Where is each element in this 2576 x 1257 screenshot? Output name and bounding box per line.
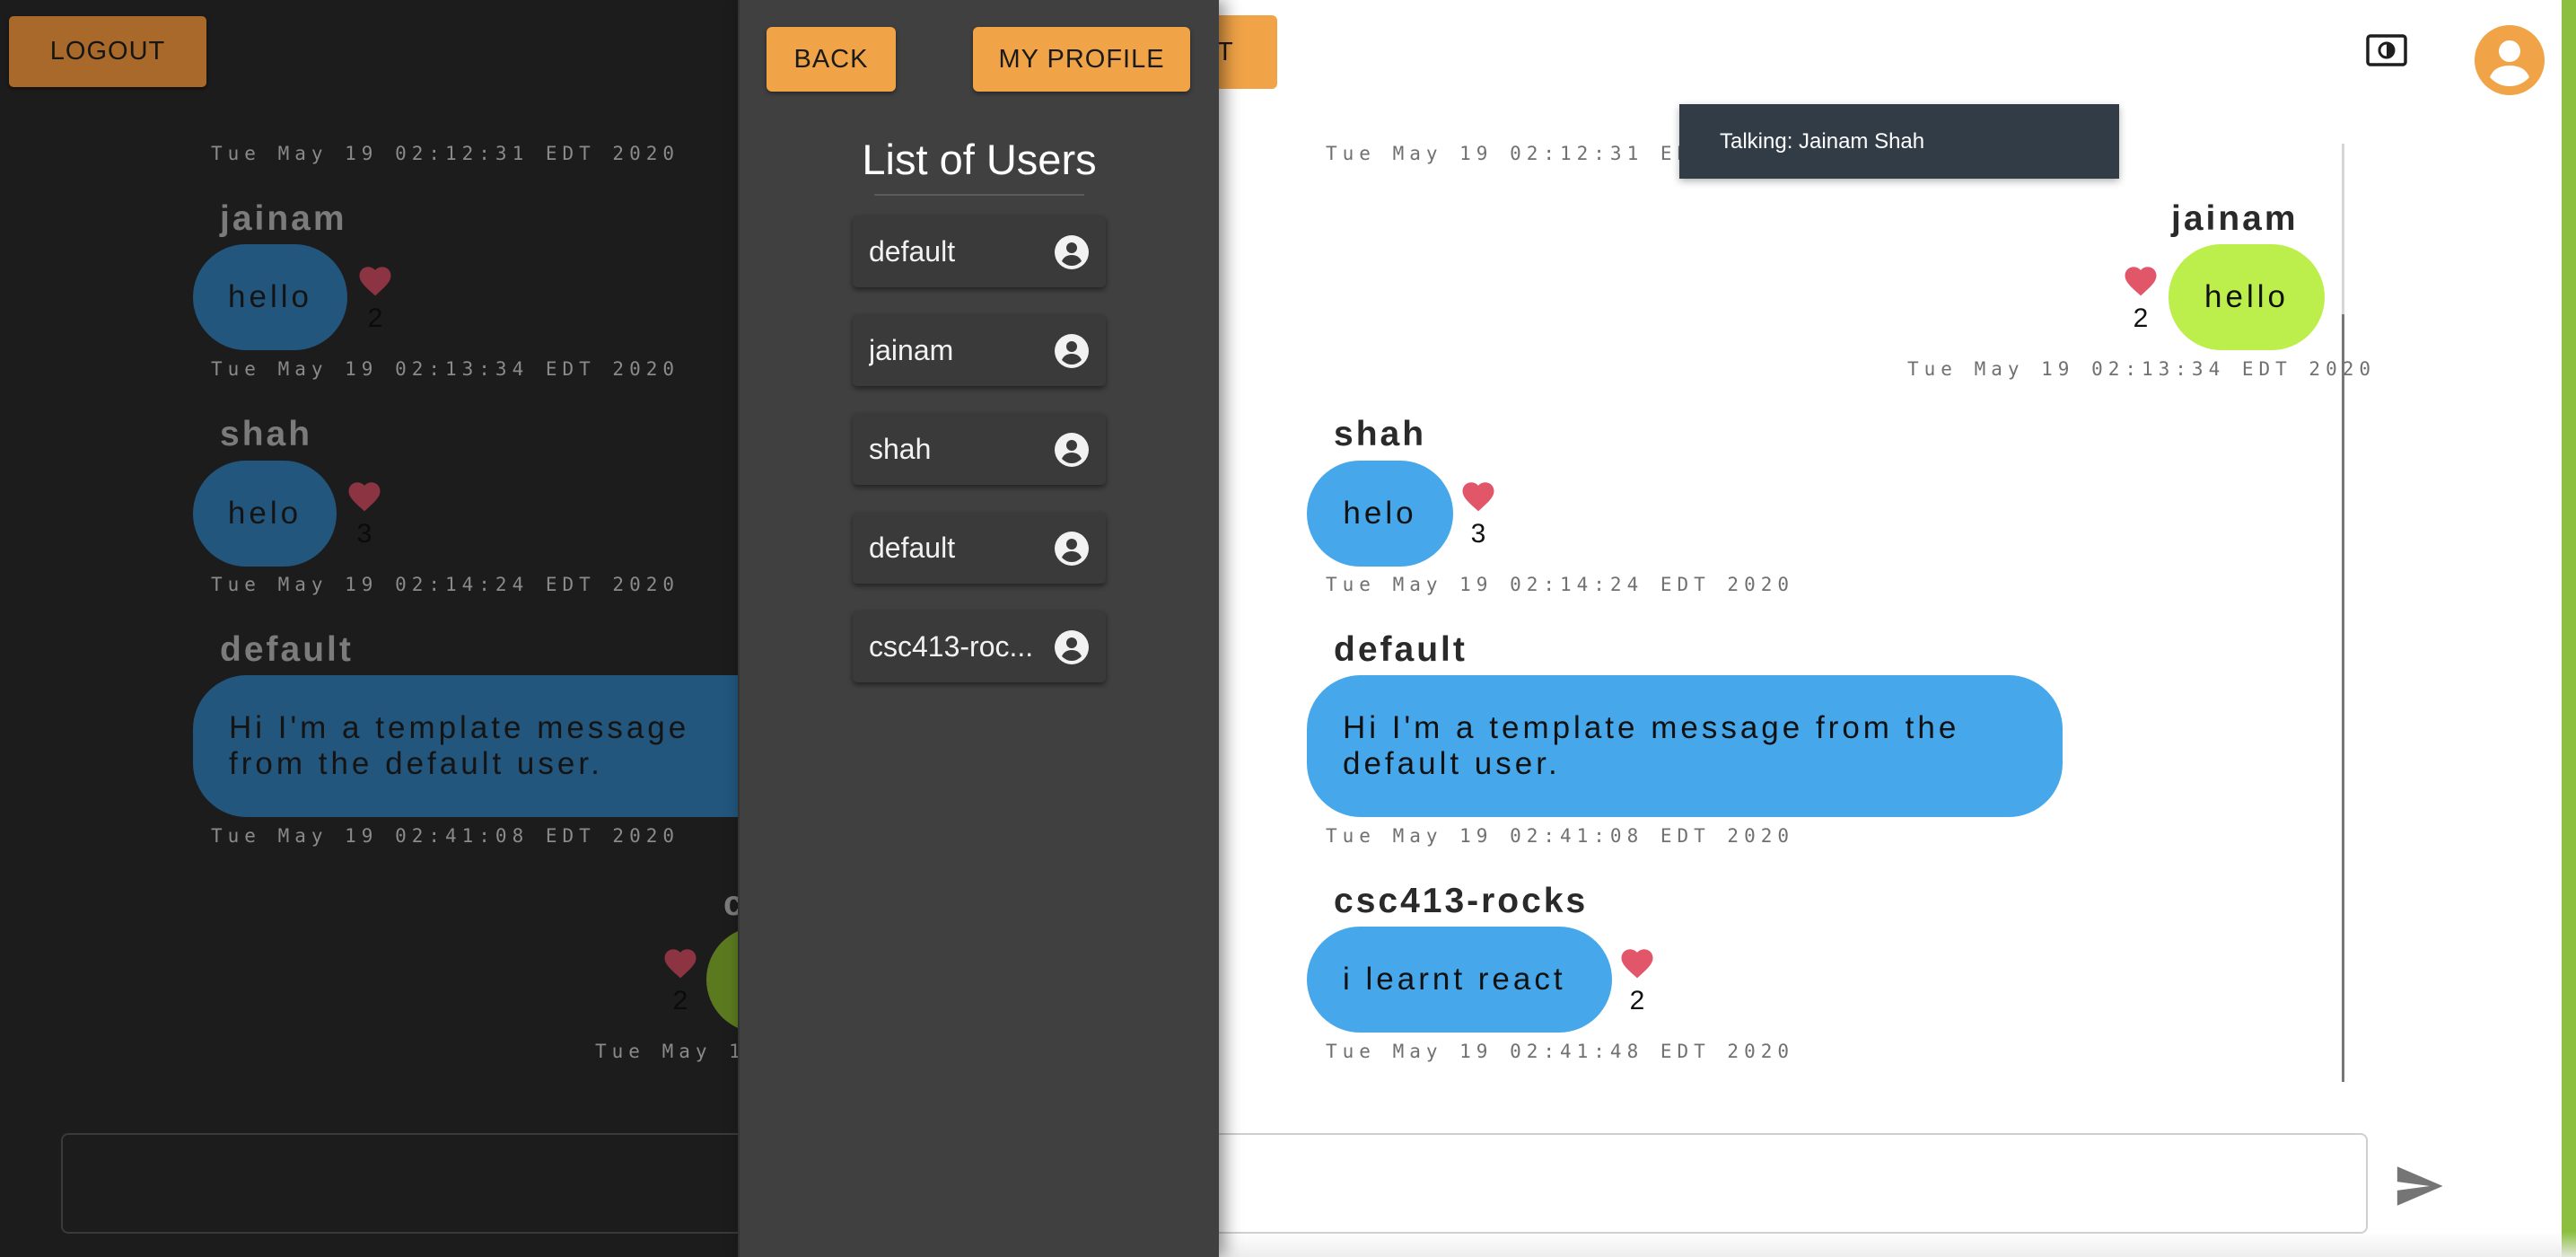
user-list-item[interactable]: csc413-roc... [853,611,1106,682]
message-input[interactable] [61,1133,738,1234]
account-circle-icon [1055,433,1089,467]
message-timestamp: Tue May 19 [595,1041,738,1062]
account-circle-icon [1055,532,1089,566]
drawer-title: List of Users [862,136,1097,183]
account-circle-icon[interactable] [2475,25,2545,95]
message-timestamp: Tue May 19 02:41:48 EDT 2020 [1326,1041,1795,1062]
message-bubble: Hi I'm a template message from the defau… [1307,675,2063,817]
message-timestamp: Tue May 19 02:14:24 EDT 2020 [1326,574,1795,595]
user-name: default [869,235,956,268]
send-icon[interactable] [2389,1160,2449,1212]
message-bubble: hello [193,244,347,350]
account-circle-icon [1055,235,1089,269]
message-bubble: hello [2169,244,2325,350]
like-count: 3 [1470,519,1486,549]
brightness-toggle-icon[interactable] [2366,34,2407,68]
user-list-drawer: BACK MY PROFILE List of Users default ja… [738,0,1219,1257]
user-list-item[interactable]: shah [853,413,1106,485]
account-circle-icon [1055,630,1089,664]
dimmed-chat-backdrop[interactable]: LOGOUT Tue May 19 02:12:31 EDT 2020 jain… [0,0,738,1257]
heart-icon[interactable] [356,262,394,300]
message-bubble [706,927,738,1033]
message-input[interactable] [1208,1133,2368,1234]
like-count: 2 [1629,986,1645,1015]
talking-tooltip: Talking: Jainam Shah [1679,104,2119,179]
message-sender: default [1334,630,1468,669]
user-name: jainam [869,334,954,366]
message-bubble: i learnt react [1307,927,1612,1033]
heart-icon[interactable] [2122,262,2160,300]
message-bubble: Hi I'm a template message from the defau… [193,675,738,817]
message-sender: jainam [220,199,347,238]
message-sender: jainam [2171,199,2299,238]
back-button[interactable]: BACK [767,27,896,92]
message-timestamp: Tue May 19 02:14:24 EDT 2020 [211,574,680,595]
title-divider [874,194,1084,196]
user-list-item[interactable]: jainam [853,314,1106,386]
heart-icon[interactable] [1459,478,1497,515]
like-count: 2 [2133,303,2149,333]
message-sender: csc413-rocks [1334,882,1589,920]
heart-icon[interactable] [346,478,383,515]
my-profile-button[interactable]: MY PROFILE [973,27,1190,92]
scrollbar-gap [2342,144,2344,314]
heart-icon[interactable] [662,945,699,982]
header-button[interactable]: T [1217,15,1277,89]
accent-strip [2562,0,2576,1257]
message-sender: c [723,884,738,923]
bottom-shadow [1217,1232,2576,1257]
message-sender: default [220,630,354,669]
message-timestamp: Tue May 19 02:12:31 EDT 2020 [211,143,680,164]
message-bubble: helo [1307,461,1453,567]
logout-button[interactable]: LOGOUT [9,16,206,87]
message-sender: shah [1334,415,1427,453]
message-sender: shah [220,415,313,453]
user-list-item[interactable]: default [853,512,1106,584]
message-timestamp: Tue May 19 02:13:34 EDT 2020 [1907,358,2377,380]
user-list-item[interactable]: default [853,215,1106,287]
user-name: default [869,532,956,564]
message-bubble: helo [193,461,337,567]
message-timestamp: Tue May 19 02:13:34 EDT 2020 [211,358,680,380]
chat-panel: T Talking: Jainam Shah Tue May 19 02:12:… [1208,0,2576,1257]
like-count: 2 [672,986,688,1015]
like-count: 2 [367,303,383,333]
message-timestamp: Tue May 19 02:41:08 EDT 2020 [1326,825,1795,847]
like-count: 3 [356,519,372,549]
user-name: shah [869,433,932,465]
heart-icon[interactable] [1618,945,1656,982]
account-circle-icon [1055,334,1089,368]
message-timestamp: Tue May 19 02:41:08 EDT 2020 [211,825,680,847]
user-name: csc413-roc... [869,630,1034,663]
